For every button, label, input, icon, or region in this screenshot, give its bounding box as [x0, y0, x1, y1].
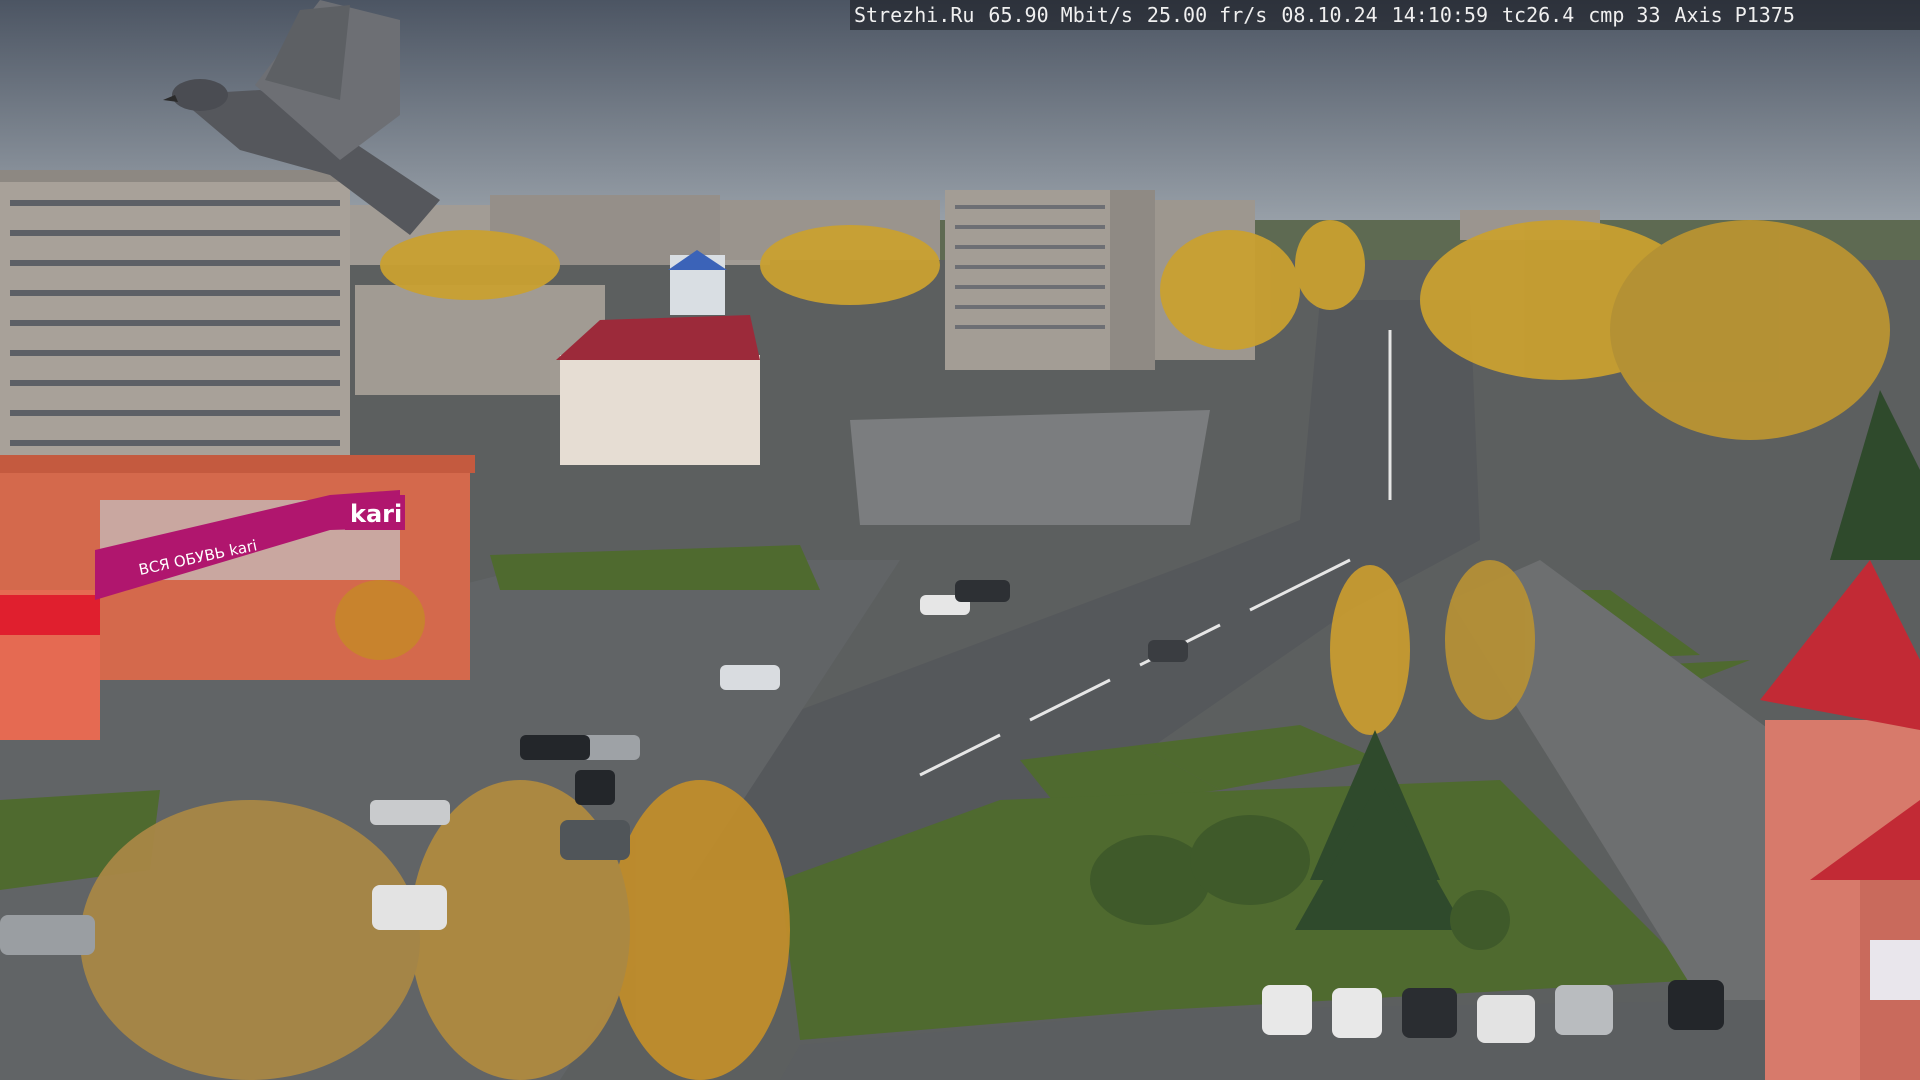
red-roof-building [556, 315, 760, 465]
overlay-time: 14:10:59 [1391, 3, 1488, 27]
store-logo-text: kari [350, 500, 402, 528]
overlay-bitrate: 65.90 Mbit/s [988, 3, 1133, 27]
overlay-framerate: 25.00 fr/s [1146, 3, 1268, 27]
overlay-date: 08.10.24 [1281, 3, 1378, 27]
camera-scene: ВСЯ ОБУВЬ kari kari [0, 0, 1920, 1080]
overlay-cmp: cmp 33 [1588, 3, 1661, 27]
overlay-site: Strezhi.Ru [854, 3, 975, 27]
overlay-tc: tc26.4 [1502, 3, 1575, 27]
camera-info-overlay: Strezhi.Ru 65.90 Mbit/s 25.00 fr/s 08.10… [850, 0, 1920, 30]
overlay-camera-model: Axis P1375 [1674, 3, 1795, 27]
plaza [850, 410, 1210, 525]
